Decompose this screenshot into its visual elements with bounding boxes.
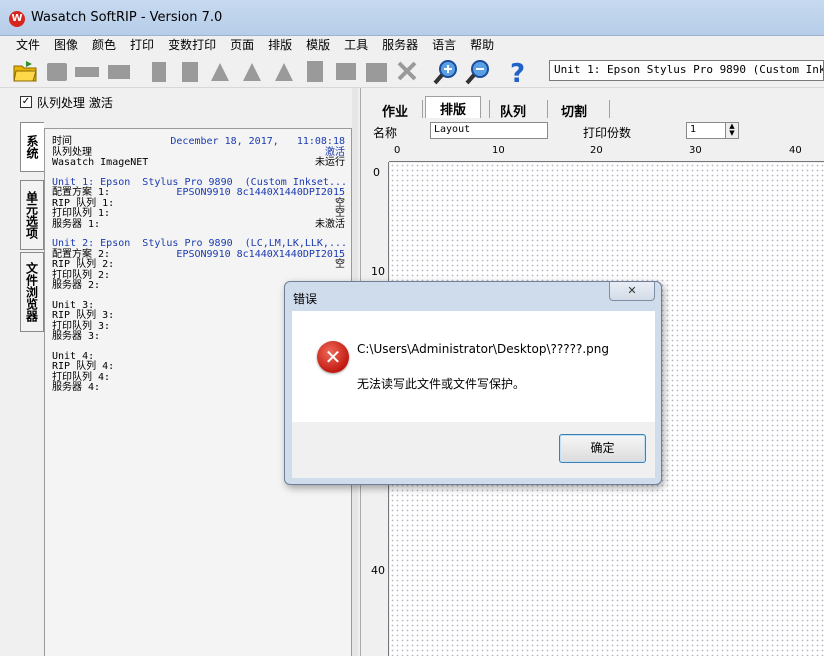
page-icon[interactable] [303,59,327,83]
cut-icon[interactable] [148,59,172,83]
ruler-top-label: 40 [789,145,802,156]
ruler-top-label: 0 [394,145,401,156]
menu-page[interactable]: 页面 [230,36,254,54]
error-dialog: 错误 ✕ ✕ C:\Users\Administrator\Desktop\??… [284,281,662,485]
unit-3-rip-label: RIP 队列 3: [52,310,115,321]
unit-4-server-label: 服务器 4: [52,382,101,393]
queue-processing-label: 队列处理 激活 [37,95,113,110]
dialog-message: 无法读写此文件或文件写保护。 [357,377,526,391]
scanner-icon[interactable] [74,59,99,83]
tab-queue[interactable]: 队列 [485,98,541,120]
flip-horizontal-icon[interactable] [208,59,232,83]
dialog-title: 错误 [293,292,318,306]
layout-name-input[interactable]: Layout [430,122,548,139]
zoom-in-icon[interactable] [433,59,457,85]
menu-variable-print[interactable]: 变数打印 [168,36,216,54]
tab-layout[interactable]: 排版 [425,96,482,118]
page-stack-icon[interactable] [334,59,358,83]
name-label: 名称 [373,126,398,140]
dialog-file-path: C:\Users\Administrator\Desktop\?????.png [357,342,609,356]
unit-selector[interactable]: Unit 1: Epson Stylus Pro 9890 (Custom In… [549,60,824,81]
svg-text:?: ? [510,59,525,87]
ruler-top-label: 30 [689,145,702,156]
ruler-left-label: 0 [373,166,380,179]
help-icon[interactable]: ? [506,59,530,89]
time-value: December 18, 2017, 11:08:18 [170,136,345,147]
unit-2-rip-label: RIP 队列 2: [52,259,115,270]
menu-tools[interactable]: 工具 [344,36,368,54]
layers-icon[interactable] [364,59,388,83]
menu-bar: 文件 图像 颜色 打印 变数打印 页面 排版 模版 工具 服务器 语言 帮助 [0,36,824,54]
tab-unit-options[interactable]: 单元选项 [20,180,44,250]
unit-2-config-value: EPSON9910 8c1440X1440DPI2015 [176,248,345,260]
copies-label: 打印份数 [583,126,632,140]
tab-file-browser-label: 文件浏览器 [24,262,39,322]
open-folder-icon[interactable] [12,59,37,83]
ruler-left-label: 40 [371,564,385,577]
tab-cut[interactable]: 切割 [546,98,602,120]
menu-color[interactable]: 颜色 [92,36,116,54]
menu-print[interactable]: 打印 [130,36,154,54]
copies-spinner[interactable]: ▲ ▼ [725,122,739,139]
time-label: 时间 [52,136,72,147]
unit-1-config-value: EPSON9910 8c1440X1440DPI2015 [176,187,345,198]
disk-icon[interactable] [45,59,69,83]
tab-job[interactable]: 作业 [367,98,423,120]
rotate-icon[interactable] [272,59,296,83]
ruler-left-label: 10 [371,265,385,278]
ok-button[interactable]: 确定 [559,434,646,463]
ruler-top-label: 10 [492,145,505,156]
unit-1-config-label: 配置方案 1: [52,187,111,198]
title-bar: W Wasatch SoftRIP - Version 7.0 [0,0,824,36]
imagenet-label: Wasatch ImageNET [52,157,149,168]
tab-system-label: 系统 [25,135,39,159]
unit-4-rip-label: RIP 队列 4: [52,361,115,372]
window-title: Wasatch SoftRIP - Version 7.0 [31,10,223,25]
unit-2-server-label: 服务器 2: [52,280,101,291]
wasatch-logo-icon: W [9,11,25,27]
menu-server[interactable]: 服务器 [382,36,418,54]
unit-2-title: Unit 2: Epson Stylus Pro 9890 (LC,LM,LK,… [52,238,348,249]
unit-1-server-value: 未激活 [315,218,345,230]
unit-2-rip-value: 空 [335,259,345,270]
menu-template[interactable]: 模版 [306,36,330,54]
close-icon[interactable]: ✕ [609,282,655,301]
tab-unit-options-label: 单元选项 [24,191,39,239]
unit-1-print-label: 打印队列 1: [52,208,111,219]
menu-language[interactable]: 语言 [432,36,456,54]
dialog-footer: 确定 [292,422,655,478]
queue-processing-toggle[interactable]: ✓ 队列处理 激活 [20,94,113,110]
flip-vertical-icon[interactable] [240,59,264,83]
menu-layout[interactable]: 排版 [268,36,292,54]
ruler-top-label: 20 [590,145,603,156]
unit-3-server-label: 服务器 3: [52,331,101,342]
menu-file[interactable]: 文件 [16,36,40,54]
print-icon[interactable] [106,59,130,83]
menu-image[interactable]: 图像 [54,36,78,54]
copies-input[interactable]: 1 [686,122,726,139]
imagenet-value: 未运行 [315,157,345,168]
queue-processing-checkbox[interactable]: ✓ [20,96,32,108]
unit-1-print-value: 空 [335,208,345,219]
delete-icon[interactable] [395,59,419,83]
tab-file-browser[interactable]: 文件浏览器 [20,252,44,332]
unit-1-server-label: 服务器 1: [52,218,101,230]
tab-system[interactable]: 系统 [20,122,44,172]
horizontal-ruler: 0 10 20 30 40 [389,144,824,162]
dialog-body: ✕ C:\Users\Administrator\Desktop\?????.p… [292,311,655,422]
menu-help[interactable]: 帮助 [470,36,494,54]
copy-icon[interactable] [178,59,202,83]
zoom-out-icon[interactable] [465,59,489,85]
error-icon: ✕ [317,341,349,373]
